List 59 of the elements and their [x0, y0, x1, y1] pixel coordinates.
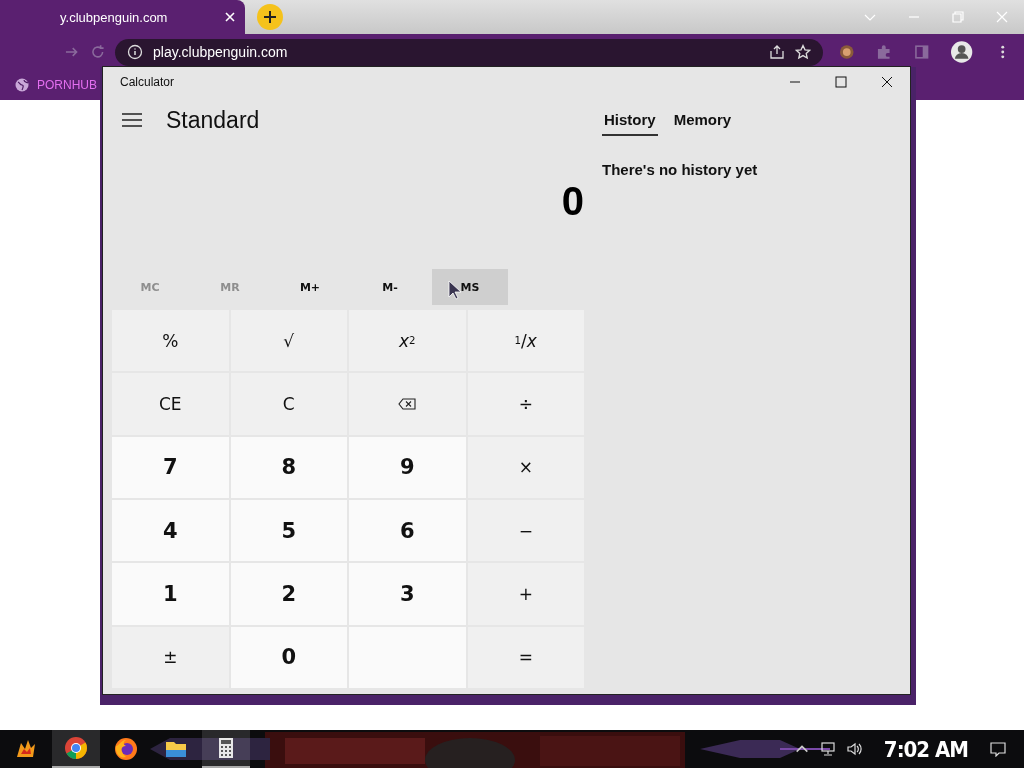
calculator-key[interactable]: %: [112, 310, 229, 372]
calculator-key[interactable]: 3: [349, 563, 466, 625]
calculator-key[interactable]: 1: [112, 563, 229, 625]
clock-time[interactable]: 7:02 AM: [883, 736, 968, 762]
calculator-key[interactable]: ÷: [467, 373, 584, 435]
profile-icon[interactable]: [951, 41, 973, 63]
close-icon[interactable]: [881, 76, 893, 88]
network-icon[interactable]: [819, 741, 836, 757]
mode-title: Standard: [166, 106, 260, 134]
new-tab-icon[interactable]: [257, 4, 283, 30]
backspace-icon: [398, 398, 417, 410]
sidebar-icon[interactable]: [913, 44, 930, 60]
url-text: play.clubpenguin.com: [153, 44, 288, 60]
memory-button[interactable]: MS: [432, 269, 508, 305]
calculator-key[interactable]: ±: [112, 626, 229, 688]
calculator-key[interactable]: +: [467, 563, 584, 625]
memory-button[interactable]: M+: [272, 269, 348, 305]
info-icon[interactable]: [127, 44, 143, 60]
calculator-key[interactable]: x$^{2}$: [349, 310, 466, 372]
taskbar-app[interactable]: [52, 730, 100, 768]
calculator-key[interactable]: C: [230, 373, 347, 435]
share-icon[interactable]: [768, 44, 785, 60]
memory-button[interactable]: M-: [352, 269, 428, 305]
tab-title: y.clubpenguin.com: [60, 9, 169, 25]
calculator-key[interactable]: $^{1}$/x: [467, 310, 584, 372]
cursor-icon: [448, 280, 462, 300]
calculator-key[interactable]: 2: [230, 563, 347, 625]
calculator-key[interactable]: 6: [349, 500, 466, 562]
notification-icon[interactable]: [990, 741, 1006, 757]
window-title: Calculator: [120, 75, 175, 89]
calculator-key[interactable]: 4: [112, 500, 229, 562]
calculator-key[interactable]: 7: [112, 436, 229, 498]
calculator-key[interactable]: 5: [230, 500, 347, 562]
menu-icon[interactable]: [122, 113, 142, 127]
calculator-key[interactable]: 8: [230, 436, 347, 498]
extension-avatar-icon[interactable]: [838, 44, 855, 60]
taskbar-app[interactable]: [202, 730, 250, 768]
bookmark-link[interactable]: PORNHUB: [15, 78, 97, 92]
firefox-icon: [114, 737, 138, 761]
browser-tab[interactable]: y.clubpenguin.com: [0, 0, 245, 34]
reload-icon[interactable]: [89, 44, 105, 60]
maximize-icon[interactable]: [835, 76, 847, 88]
star-icon[interactable]: [794, 44, 811, 60]
calculator-key[interactable]: √: [230, 310, 347, 372]
panel-tab[interactable]: History: [602, 104, 658, 136]
puzzle-icon[interactable]: [876, 44, 892, 60]
calculator-key[interactable]: ×: [467, 436, 584, 498]
calculator-key[interactable]: −: [467, 500, 584, 562]
globe-icon: [15, 78, 29, 92]
volume-icon[interactable]: [845, 741, 862, 757]
panel-tab[interactable]: Memory: [671, 104, 734, 136]
calculator-key[interactable]: 9: [349, 436, 466, 498]
calculator-key[interactable]: CE: [112, 373, 229, 435]
history-message: There's no history yet: [602, 161, 759, 178]
chrome-icon: [64, 736, 88, 760]
calculator-key[interactable]: 0: [230, 626, 347, 688]
display-value: 0: [561, 179, 584, 224]
address-bar[interactable]: play.clubpenguin.com: [115, 38, 823, 66]
calculator-key[interactable]: =: [467, 626, 584, 688]
